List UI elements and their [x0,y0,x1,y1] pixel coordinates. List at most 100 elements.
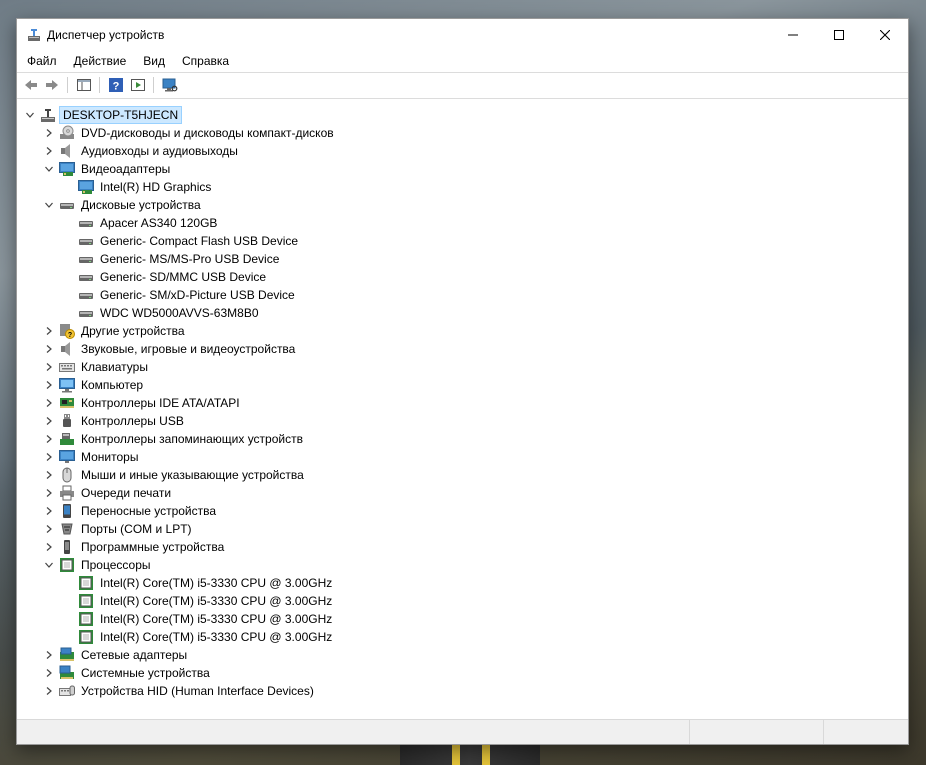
help-button[interactable]: ? [106,76,126,94]
tree-category[interactable]: Мыши и иные указывающие устройства [43,466,305,484]
tree-device[interactable]: WDC WD5000AVVS-63M8B0 [62,304,260,322]
keyboard-icon [59,359,75,375]
properties-pane-icon [77,79,91,91]
tree-item-label: Аудиовходы и аудиовыходы [81,144,238,158]
tree-item-label: Дисковые устройства [81,198,201,212]
tree-category[interactable]: Устройства HID (Human Interface Devices) [43,682,315,700]
forward-button[interactable] [42,76,62,94]
collapse-chevron-icon[interactable] [24,106,36,124]
tree-device[interactable]: Generic- MS/MS-Pro USB Device [62,250,280,268]
tree-root[interactable]: DESKTOP-T5HJECN [24,106,183,124]
menu-action[interactable]: Действие [67,51,134,71]
tree-category[interactable]: Контроллеры USB [43,412,185,430]
tree-category[interactable]: Контроллеры запоминающих устройств [43,430,304,448]
tree-category[interactable]: Звуковые, игровые и видеоустройства [43,340,296,358]
maximize-icon [834,30,844,40]
tree-category[interactable]: Порты (COM и LPT) [43,520,193,538]
tree-category[interactable]: Контроллеры IDE ATA/ATAPI [43,394,241,412]
menu-file[interactable]: Файл [20,51,64,71]
tree-category[interactable]: Программные устройства [43,538,225,556]
tree-category[interactable]: Аудиовходы и аудиовыходы [43,142,239,160]
expand-chevron-icon[interactable] [43,664,55,682]
menu-help[interactable]: Справка [175,51,236,71]
tree-item-label: Мыши и иные указывающие устройства [81,468,304,482]
device-tree[interactable]: DESKTOP-T5HJECN DVD-дисководы и дисковод… [18,103,907,719]
expand-chevron-icon[interactable] [43,502,55,520]
expand-chevron-icon[interactable] [43,682,55,700]
tree-device[interactable]: Intel(R) Core(TM) i5-3330 CPU @ 3.00GHz [62,628,333,646]
tree-item-label: Intel(R) Core(TM) i5-3330 CPU @ 3.00GHz [100,594,333,608]
expand-chevron-icon[interactable] [43,484,55,502]
collapse-chevron-icon[interactable] [43,196,55,214]
collapse-chevron-icon[interactable] [43,556,55,574]
tree-category[interactable]: Компьютер [43,376,144,394]
disk-icon [78,269,94,285]
tree-category[interactable]: Очереди печати [43,484,172,502]
close-icon [880,30,890,40]
processor-icon [59,557,75,573]
tree-device[interactable]: Generic- SM/xD-Picture USB Device [62,286,296,304]
tree-category[interactable]: Мониторы [43,448,139,466]
tree-item-label: Intel(R) HD Graphics [100,180,212,194]
tree-device[interactable]: Generic- Compact Flash USB Device [62,232,299,250]
expand-chevron-icon[interactable] [43,520,55,538]
tree-category[interactable]: Дисковые устройства [43,196,202,214]
scan-hardware-button[interactable] [160,76,180,94]
expand-chevron-icon[interactable] [43,430,55,448]
device-manager-window: Диспетчер устройств Файл Действие Вид Справ… [16,18,909,745]
expand-chevron-icon[interactable] [43,448,55,466]
menu-view[interactable]: Вид [136,51,172,71]
close-button[interactable] [862,19,908,51]
tree-category[interactable]: Переносные устройства [43,502,217,520]
dvd-icon [59,125,75,141]
expand-chevron-icon[interactable] [43,340,55,358]
expand-chevron-icon[interactable] [43,376,55,394]
tree-device[interactable]: Intel(R) Core(TM) i5-3330 CPU @ 3.00GHz [62,574,333,592]
tree-category[interactable]: DVD-дисководы и дисководы компакт-дисков [43,124,335,142]
printer-icon [59,485,75,501]
tree-item-label: Контроллеры IDE ATA/ATAPI [81,396,240,410]
tree-item-label: Порты (COM и LPT) [81,522,192,536]
tree-item-label: Системные устройства [81,666,210,680]
minimize-button[interactable] [770,19,816,51]
tree-item-label: Видеоадаптеры [81,162,171,176]
expand-chevron-icon[interactable] [43,142,55,160]
collapse-chevron-icon[interactable] [43,160,55,178]
expand-chevron-icon[interactable] [43,538,55,556]
expand-chevron-icon[interactable] [43,646,55,664]
expand-chevron-icon[interactable] [43,394,55,412]
status-bar-divider [689,720,690,744]
back-button[interactable] [21,76,41,94]
tree-category[interactable]: ? Другие устройства [43,322,186,340]
tree-device[interactable]: Intel(R) Core(TM) i5-3330 CPU @ 3.00GHz [62,610,333,628]
expand-chevron-icon[interactable] [43,124,55,142]
tree-item-label: Generic- Compact Flash USB Device [100,234,299,248]
expand-chevron-icon[interactable] [43,412,55,430]
tree-device[interactable]: Intel(R) HD Graphics [62,178,212,196]
tree-item-label: Очереди печати [81,486,172,500]
show-hide-console-tree-button[interactable] [74,76,94,94]
tree-category[interactable]: Клавиатуры [43,358,149,376]
expand-chevron-icon[interactable] [43,358,55,376]
tree-device[interactable]: Generic- SD/MMC USB Device [62,268,267,286]
menu-bar: Файл Действие Вид Справка [17,51,908,71]
expand-chevron-icon[interactable] [43,466,55,484]
tree-device[interactable]: Apacer AS340 120GB [62,214,218,232]
tree-item-label: WDC WD5000AVVS-63M8B0 [100,306,259,320]
action-button[interactable] [128,76,148,94]
road-line [452,743,460,765]
tree-category[interactable]: Видеоадаптеры [43,160,171,178]
tree-device[interactable]: Intel(R) Core(TM) i5-3330 CPU @ 3.00GHz [62,592,333,610]
processor-icon [78,629,94,645]
processor-icon [78,593,94,609]
tree-item-label: Мониторы [81,450,139,464]
disk-icon [78,305,94,321]
tree-category[interactable]: Процессоры [43,556,152,574]
tree-category[interactable]: Сетевые адаптеры [43,646,188,664]
title-bar[interactable]: Диспетчер устройств [17,19,908,51]
mouse-icon [59,467,75,483]
expand-chevron-icon[interactable] [43,322,55,340]
tree-category[interactable]: Системные устройства [43,664,211,682]
maximize-button[interactable] [816,19,862,51]
ide-controller-icon [59,395,75,411]
